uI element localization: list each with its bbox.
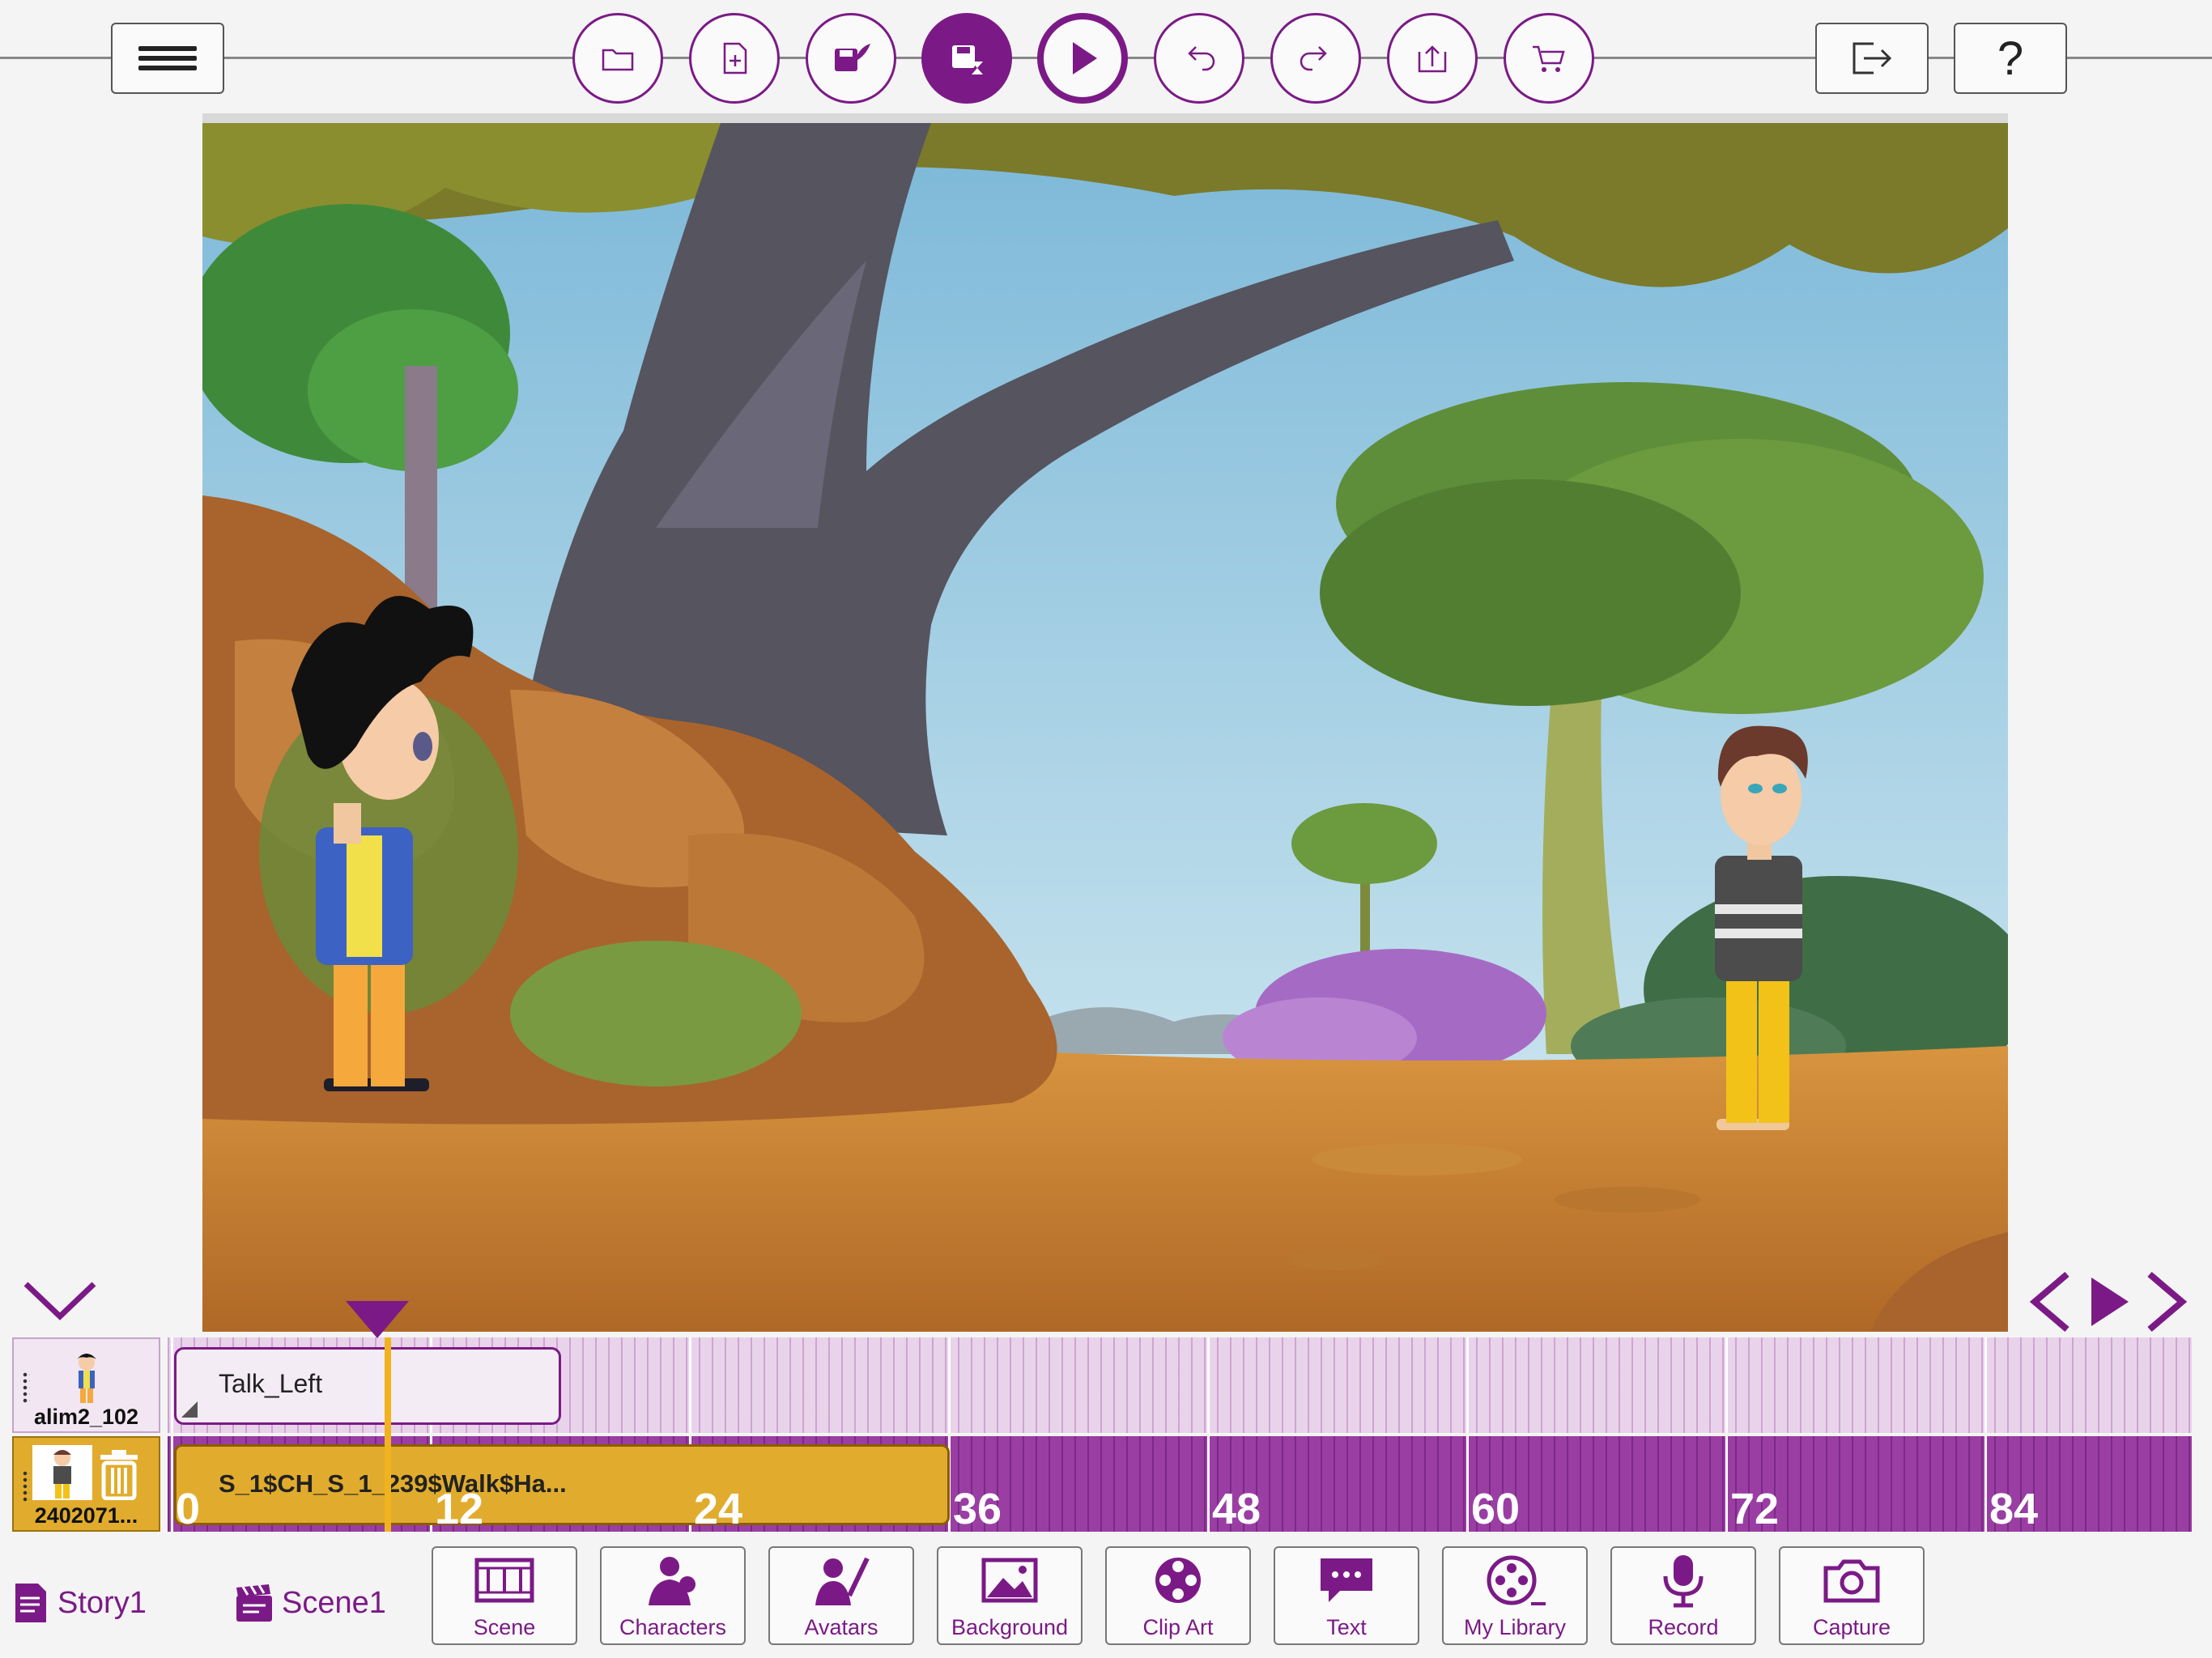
track-name: alim2_102 (33, 1405, 139, 1429)
ruler-major-tick (1466, 1337, 1469, 1433)
drag-handle-icon[interactable] (22, 1371, 30, 1404)
category-label: Background (951, 1615, 1069, 1639)
timeline-clip[interactable]: Talk_Left (174, 1347, 561, 1425)
category-label: Scene (473, 1615, 536, 1639)
ruler-tick-label: 60 (1471, 1485, 1521, 1533)
upload-button[interactable] (1387, 13, 1478, 104)
save-button[interactable] (921, 13, 1012, 104)
library-reel-icon (1487, 1555, 1546, 1605)
ruler-tick-label: 24 (694, 1485, 743, 1533)
shop-button[interactable] (1504, 13, 1594, 104)
ruler-tick-label: 12 (435, 1485, 484, 1533)
category-avatars[interactable]: Avatars (768, 1546, 914, 1645)
ruler-tick-label: 48 (1212, 1485, 1261, 1533)
ruler-tick-label: 0 (176, 1485, 201, 1533)
story-icon (15, 1584, 46, 1622)
open-folder-icon (602, 49, 634, 71)
stage-canvas[interactable] (202, 113, 2008, 1332)
ruler-major-tick (948, 1337, 951, 1433)
breadcrumb-story[interactable]: Story1 (12, 1579, 147, 1627)
category-scene[interactable]: Scene (432, 1546, 577, 1645)
story-name: Story1 (57, 1585, 147, 1620)
character-thumbnail-icon (32, 1445, 92, 1500)
ruler-tick-label: 36 (953, 1485, 1002, 1533)
open-button[interactable] (572, 13, 663, 104)
ruler-major-tick (171, 1337, 173, 1433)
clapperboard-icon (236, 1584, 272, 1622)
ruler-major-tick (1984, 1337, 1987, 1433)
new-button[interactable] (689, 13, 780, 104)
play-button[interactable] (1037, 13, 1128, 104)
ruler-tick-label: 72 (1730, 1485, 1780, 1533)
category-label: Record (1648, 1615, 1719, 1639)
category-characters[interactable]: Characters (600, 1546, 746, 1645)
trash-icon[interactable] (97, 1448, 141, 1500)
track-row: 2402071... S_1$CH_S_1_239$Walk$Ha... 0 12… (12, 1436, 2192, 1532)
scene-nav-arrows (2029, 1271, 2188, 1333)
redo-icon (1300, 46, 1327, 71)
camera-icon (1823, 1559, 1880, 1603)
play-scene-icon[interactable] (2091, 1278, 2129, 1326)
speech-bubble-icon (1321, 1558, 1372, 1602)
track-thumbnail[interactable]: 2402071... (12, 1436, 160, 1532)
image-icon (981, 1558, 1038, 1603)
exit-icon (1853, 42, 1892, 74)
character-thumbnail-icon (76, 1354, 96, 1403)
clip-corner-icon (181, 1401, 198, 1418)
cart-icon (1533, 45, 1565, 72)
redo-button[interactable] (1270, 13, 1361, 104)
track-thumbnail[interactable]: alim2_102 (12, 1337, 160, 1433)
undo-button[interactable] (1154, 13, 1244, 104)
upload-icon (1418, 45, 1447, 73)
time-ruler: 0 12 24 36 48 60 72 84 (168, 1436, 2192, 1532)
category-label: Avatars (804, 1615, 878, 1639)
drag-handle-icon[interactable] (22, 1470, 30, 1503)
track-name: 2402071... (34, 1503, 138, 1528)
collapse-timeline-icon[interactable] (23, 1279, 97, 1321)
category-background[interactable]: Background (937, 1546, 1083, 1645)
save-as-icon (835, 44, 870, 71)
ruler-major-tick (1725, 1337, 1728, 1433)
microphone-icon (1663, 1555, 1704, 1608)
film-strip-icon (474, 1558, 534, 1603)
menu-button[interactable] (111, 23, 224, 94)
category-label: Capture (1812, 1615, 1891, 1639)
save-as-button[interactable] (806, 13, 896, 104)
film-reel-icon (1155, 1558, 1201, 1603)
category-label: Characters (619, 1615, 727, 1639)
track-row: alim2_102 Talk_Left (12, 1337, 2192, 1433)
next-icon[interactable] (2147, 1271, 2188, 1333)
clip-label: Talk_Left (219, 1369, 323, 1398)
ruler-major-tick (1207, 1337, 1210, 1433)
category-record[interactable]: Record (1610, 1546, 1756, 1645)
playhead-line (385, 1337, 391, 1532)
category-label: Text (1326, 1615, 1367, 1639)
category-label: My Library (1463, 1615, 1567, 1639)
undo-icon (1188, 46, 1215, 71)
ruler-major-tick (689, 1337, 691, 1433)
exit-button[interactable] (1815, 23, 1929, 94)
menu-icon (138, 41, 197, 75)
scene-name: Scene1 (282, 1585, 386, 1620)
category-label: Clip Art (1142, 1615, 1214, 1639)
timeline: alim2_102 Talk_Left 2402071... S_1$CH_S_… (12, 1337, 2192, 1532)
new-file-icon (723, 42, 747, 74)
save-progress-icon (952, 45, 983, 74)
previous-icon[interactable] (2029, 1271, 2069, 1333)
breadcrumb-scene[interactable]: Scene1 (235, 1579, 386, 1627)
avatar-paint-icon (815, 1557, 870, 1605)
help-button[interactable]: ? (1954, 23, 2067, 94)
help-icon: ? (1997, 32, 2024, 85)
scene-background (202, 123, 2008, 1332)
ruler-tick-label: 84 (1989, 1485, 2039, 1533)
playhead-handle-icon[interactable] (344, 1299, 410, 1340)
category-clip-art[interactable]: Clip Art (1105, 1546, 1251, 1645)
category-my-library[interactable]: My Library (1442, 1546, 1588, 1645)
characters-icon (649, 1557, 696, 1605)
category-text[interactable]: Text (1274, 1546, 1419, 1645)
category-capture[interactable]: Capture (1779, 1546, 1925, 1645)
play-icon (1073, 42, 1097, 74)
